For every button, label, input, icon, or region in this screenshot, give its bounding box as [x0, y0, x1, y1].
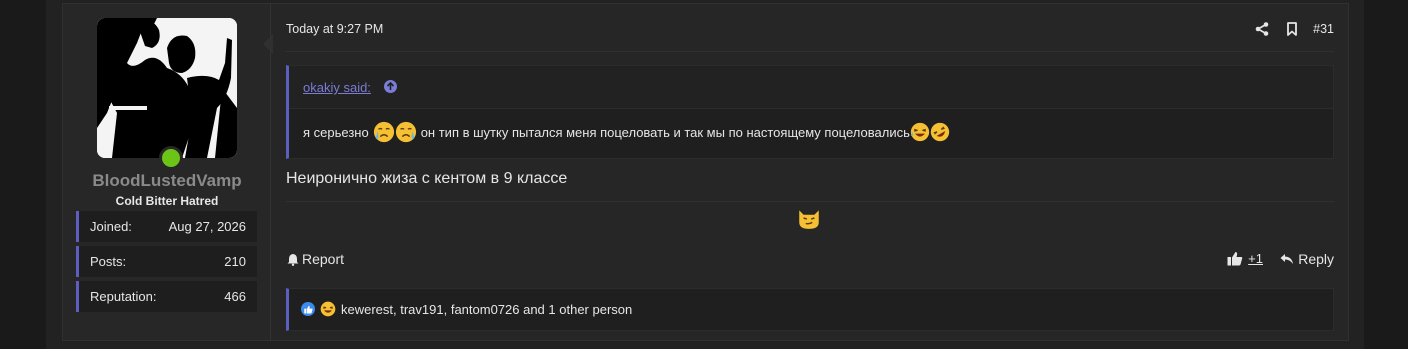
- bookmark-icon[interactable]: [1283, 20, 1301, 38]
- quote-text-part2: он тип в шутку пытался меня поцеловать и…: [420, 124, 910, 140]
- header-divider: [285, 51, 1334, 52]
- post-header-actions: #31: [1241, 20, 1334, 38]
- reply-button[interactable]: Reply: [1280, 251, 1334, 267]
- bell-icon: [287, 253, 299, 266]
- report-button[interactable]: Report: [287, 251, 344, 267]
- avatar-image: [97, 18, 237, 158]
- stat-posts: Posts: 210: [76, 246, 257, 277]
- crying-face-icon: [395, 121, 416, 143]
- thumbs-up-icon: [1227, 252, 1243, 266]
- quote-block: okakiy said: я серьезно он тип в шутку п…: [286, 65, 1334, 159]
- like-button[interactable]: +1: [1227, 251, 1263, 266]
- signature-divider: [286, 201, 1334, 202]
- laughing-reaction-icon: [320, 301, 336, 317]
- crying-face-icon: [373, 121, 394, 143]
- quote-author-link[interactable]: okakiy said:: [303, 80, 371, 95]
- arrow-up-icon[interactable]: [384, 80, 397, 93]
- reactions-users-text[interactable]: kewerest, trav191, fantom0726 and 1 othe…: [341, 302, 632, 317]
- quote-header: okakiy said:: [289, 66, 1333, 109]
- stat-label: Joined:: [90, 219, 132, 234]
- share-icon[interactable]: [1253, 20, 1271, 38]
- online-status-indicator: [159, 146, 183, 170]
- reactions-bar[interactable]: kewerest, trav191, fantom0726 and 1 othe…: [286, 288, 1334, 331]
- smirking-cat-icon: [799, 210, 819, 229]
- stat-label: Reputation:: [90, 289, 157, 304]
- post-content: Today at 9:27 PM #31 okakiy said: я серь…: [271, 4, 1348, 340]
- reply-label: Reply: [1298, 251, 1334, 267]
- stat-value: Aug 27, 2026: [168, 219, 246, 234]
- username[interactable]: BloodLustedVamp: [63, 171, 271, 191]
- post-number-link[interactable]: #31: [1313, 22, 1334, 36]
- stat-value: 210: [224, 254, 246, 269]
- stat-label: Posts:: [90, 254, 127, 269]
- user-sidebar: BloodLustedVamp Cold Bitter Hatred Joine…: [63, 4, 271, 340]
- report-label: Report: [302, 251, 345, 267]
- avatar[interactable]: [97, 18, 237, 158]
- post-date[interactable]: Today at 9:27 PM: [286, 22, 383, 36]
- stat-reputation: Reputation: 466: [76, 281, 257, 312]
- like-count[interactable]: +1: [1248, 251, 1263, 266]
- reactions-summary: kewerest, trav191, fantom0726 and 1 othe…: [301, 301, 632, 317]
- quote-text: я серьезно он тип в шутку пытался меня п…: [303, 121, 950, 143]
- like-reaction-icon: [301, 302, 315, 316]
- quote-text-part1: я серьезно: [303, 124, 369, 140]
- rofl-face-icon: [930, 122, 950, 142]
- user-title: Cold Bitter Hatred: [115, 194, 219, 208]
- laughing-face-icon: [910, 122, 930, 142]
- stat-joined: Joined: Aug 27, 2026: [76, 211, 257, 242]
- post-message: Неиронично жиза с кентом в 9 классе: [286, 170, 568, 187]
- reply-icon: [1280, 254, 1294, 264]
- post-container: BloodLustedVamp Cold Bitter Hatred Joine…: [62, 3, 1349, 341]
- stat-value: 466: [224, 289, 246, 304]
